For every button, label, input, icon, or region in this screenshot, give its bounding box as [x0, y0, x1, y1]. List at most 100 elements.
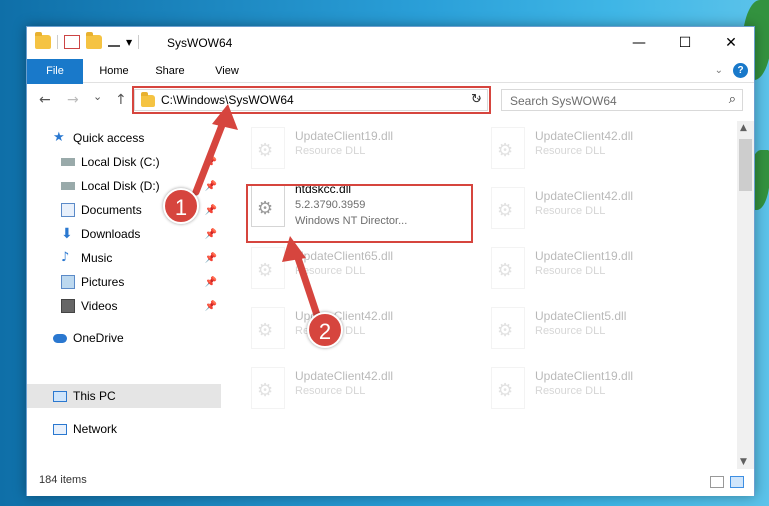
- videos-icon: [61, 299, 75, 313]
- file-name: UpdateClient42.dll: [535, 129, 634, 143]
- dll-file-icon: ⚙: [491, 127, 525, 169]
- file-name: UpdateClient19.dll: [535, 369, 634, 383]
- file-item[interactable]: ⚙ UpdateClient42.dll Resource DLL: [463, 181, 693, 237]
- sidebar-item-videos[interactable]: Videos 📌: [27, 294, 221, 318]
- sidebar-item-this-pc[interactable]: This PC: [27, 384, 221, 408]
- file-name: UpdateClient42.dll: [295, 369, 394, 383]
- sidebar-item-onedrive[interactable]: OneDrive: [27, 326, 221, 350]
- search-input[interactable]: Search SysWOW64: [510, 94, 617, 108]
- sidebar-item-quick-access[interactable]: ★ Quick access: [27, 126, 221, 150]
- vertical-scrollbar[interactable]: ▲ ▼: [737, 121, 754, 469]
- folder-icon[interactable]: [35, 32, 51, 49]
- downloads-icon: ⬇: [61, 226, 73, 242]
- tiles-view-icon[interactable]: [730, 476, 744, 488]
- dll-file-icon: ⚙: [251, 247, 285, 289]
- file-type: Resource DLL: [295, 265, 366, 277]
- scroll-up-icon[interactable]: ▲: [740, 123, 747, 133]
- close-button[interactable]: ✕: [708, 27, 754, 59]
- file-highlight-box: [246, 184, 473, 243]
- sidebar-item-label: OneDrive: [73, 331, 124, 345]
- scrollbar-thumb[interactable]: [739, 139, 752, 191]
- divider: [57, 35, 58, 49]
- pin-icon[interactable]: 📌: [205, 301, 217, 312]
- pin-icon[interactable]: 📌: [205, 277, 217, 288]
- recent-locations-button[interactable]: ⌄: [93, 90, 102, 103]
- navigation-pane: ★ Quick access Local Disk (C:) 📌 Local D…: [27, 121, 221, 463]
- search-icon[interactable]: ⌕: [729, 92, 736, 107]
- maximize-button[interactable]: ☐: [662, 27, 708, 59]
- file-type: Resource DLL: [295, 385, 366, 397]
- up-button[interactable]: ↑: [115, 92, 127, 108]
- pin-icon[interactable]: 📌: [205, 181, 217, 192]
- file-type: Resource DLL: [535, 145, 606, 157]
- file-type: Resource DLL: [535, 265, 606, 277]
- sidebar-item-label: Downloads: [81, 227, 141, 241]
- sidebar-item-label: This PC: [73, 389, 116, 403]
- dll-file-icon: ⚙: [251, 367, 285, 409]
- pin-icon[interactable]: 📌: [205, 229, 217, 240]
- tab-view[interactable]: View: [207, 59, 247, 83]
- sidebar-item-label: Documents: [81, 203, 142, 217]
- step-badge-1: 1: [163, 188, 199, 224]
- file-item[interactable]: ⚙ UpdateClient65.dll Resource DLL: [223, 241, 453, 297]
- tab-home[interactable]: Home: [93, 59, 135, 83]
- help-icon[interactable]: ?: [733, 63, 748, 78]
- sidebar-item-network[interactable]: Network: [27, 417, 221, 441]
- tab-share[interactable]: Share: [149, 59, 191, 83]
- pc-icon: [53, 390, 67, 402]
- window-controls: — ☐ ✕: [616, 27, 754, 59]
- properties-icon[interactable]: [64, 35, 80, 49]
- address-highlight-box: [132, 86, 491, 114]
- dll-file-icon: ⚙: [251, 127, 285, 169]
- dll-file-icon: ⚙: [251, 307, 285, 349]
- file-type: Resource DLL: [535, 385, 606, 397]
- pin-icon[interactable]: 📌: [205, 205, 217, 216]
- scroll-down-icon[interactable]: ▼: [740, 457, 747, 467]
- file-item[interactable]: ⚙ UpdateClient19.dll Resource DLL: [463, 361, 693, 417]
- customize-toolbar-icon[interactable]: [108, 37, 120, 47]
- quick-access-toolbar: ▼: [35, 32, 140, 49]
- item-count: 184 items: [39, 474, 87, 486]
- sidebar-item-label: Local Disk (D:): [81, 179, 160, 193]
- file-item[interactable]: ⚙ UpdateClient5.dll Resource DLL: [463, 301, 693, 357]
- minimize-button[interactable]: —: [616, 27, 662, 59]
- explorer-window: ▼ SysWOW64 — ☐ ✕ File Home Share View ⌄ …: [26, 26, 755, 496]
- file-name: UpdateClient19.dll: [295, 129, 394, 143]
- sidebar-item-local-disk-c[interactable]: Local Disk (C:) 📌: [27, 150, 221, 174]
- search-box[interactable]: Search SysWOW64 ⌕: [501, 89, 743, 111]
- pin-icon[interactable]: 📌: [205, 253, 217, 264]
- new-folder-icon[interactable]: [86, 32, 102, 49]
- drive-icon: [61, 182, 75, 190]
- file-name: UpdateClient19.dll: [535, 249, 634, 263]
- drive-icon: [61, 158, 75, 166]
- sidebar-item-label: Local Disk (C:): [81, 155, 160, 169]
- file-type: Resource DLL: [295, 145, 366, 157]
- file-item[interactable]: ⚙ UpdateClient42.dll Resource DLL: [223, 361, 453, 417]
- view-toggles: [710, 476, 744, 488]
- back-button[interactable]: ←: [39, 92, 51, 108]
- chevron-down-icon[interactable]: ▼: [126, 38, 132, 47]
- pin-icon[interactable]: 📌: [205, 157, 217, 168]
- sidebar-item-downloads[interactable]: ⬇ Downloads 📌: [27, 222, 221, 246]
- ribbon-controls: ⌄ ?: [715, 63, 748, 78]
- dll-file-icon: ⚙: [491, 307, 525, 349]
- file-name: UpdateClient5.dll: [535, 309, 627, 323]
- network-icon: [53, 423, 67, 435]
- file-item[interactable]: ⚙ UpdateClient19.dll Resource DLL: [463, 241, 693, 297]
- file-name: UpdateClient42.dll: [535, 189, 634, 203]
- file-item[interactable]: ⚙ UpdateClient19.dll Resource DLL: [223, 121, 453, 177]
- sidebar-item-label: Pictures: [81, 275, 125, 289]
- forward-button[interactable]: →: [67, 92, 79, 108]
- expand-ribbon-icon[interactable]: ⌄: [715, 65, 723, 76]
- sidebar-item-music[interactable]: ♪ Music 📌: [27, 246, 221, 270]
- sidebar-item-pictures[interactable]: Pictures 📌: [27, 270, 221, 294]
- window-title: SysWOW64: [167, 36, 233, 50]
- file-type: Resource DLL: [535, 325, 606, 337]
- file-type: Resource DLL: [535, 205, 606, 217]
- ribbon-tabs: File Home Share View ⌄ ?: [27, 59, 754, 115]
- file-item[interactable]: ⚙ UpdateClient42.dll Resource DLL: [463, 121, 693, 177]
- title-bar: ▼ SysWOW64 — ☐ ✕: [27, 27, 754, 59]
- status-bar: 184 items: [27, 470, 754, 496]
- details-view-icon[interactable]: [710, 476, 724, 488]
- sidebar-item-label: Network: [73, 422, 118, 436]
